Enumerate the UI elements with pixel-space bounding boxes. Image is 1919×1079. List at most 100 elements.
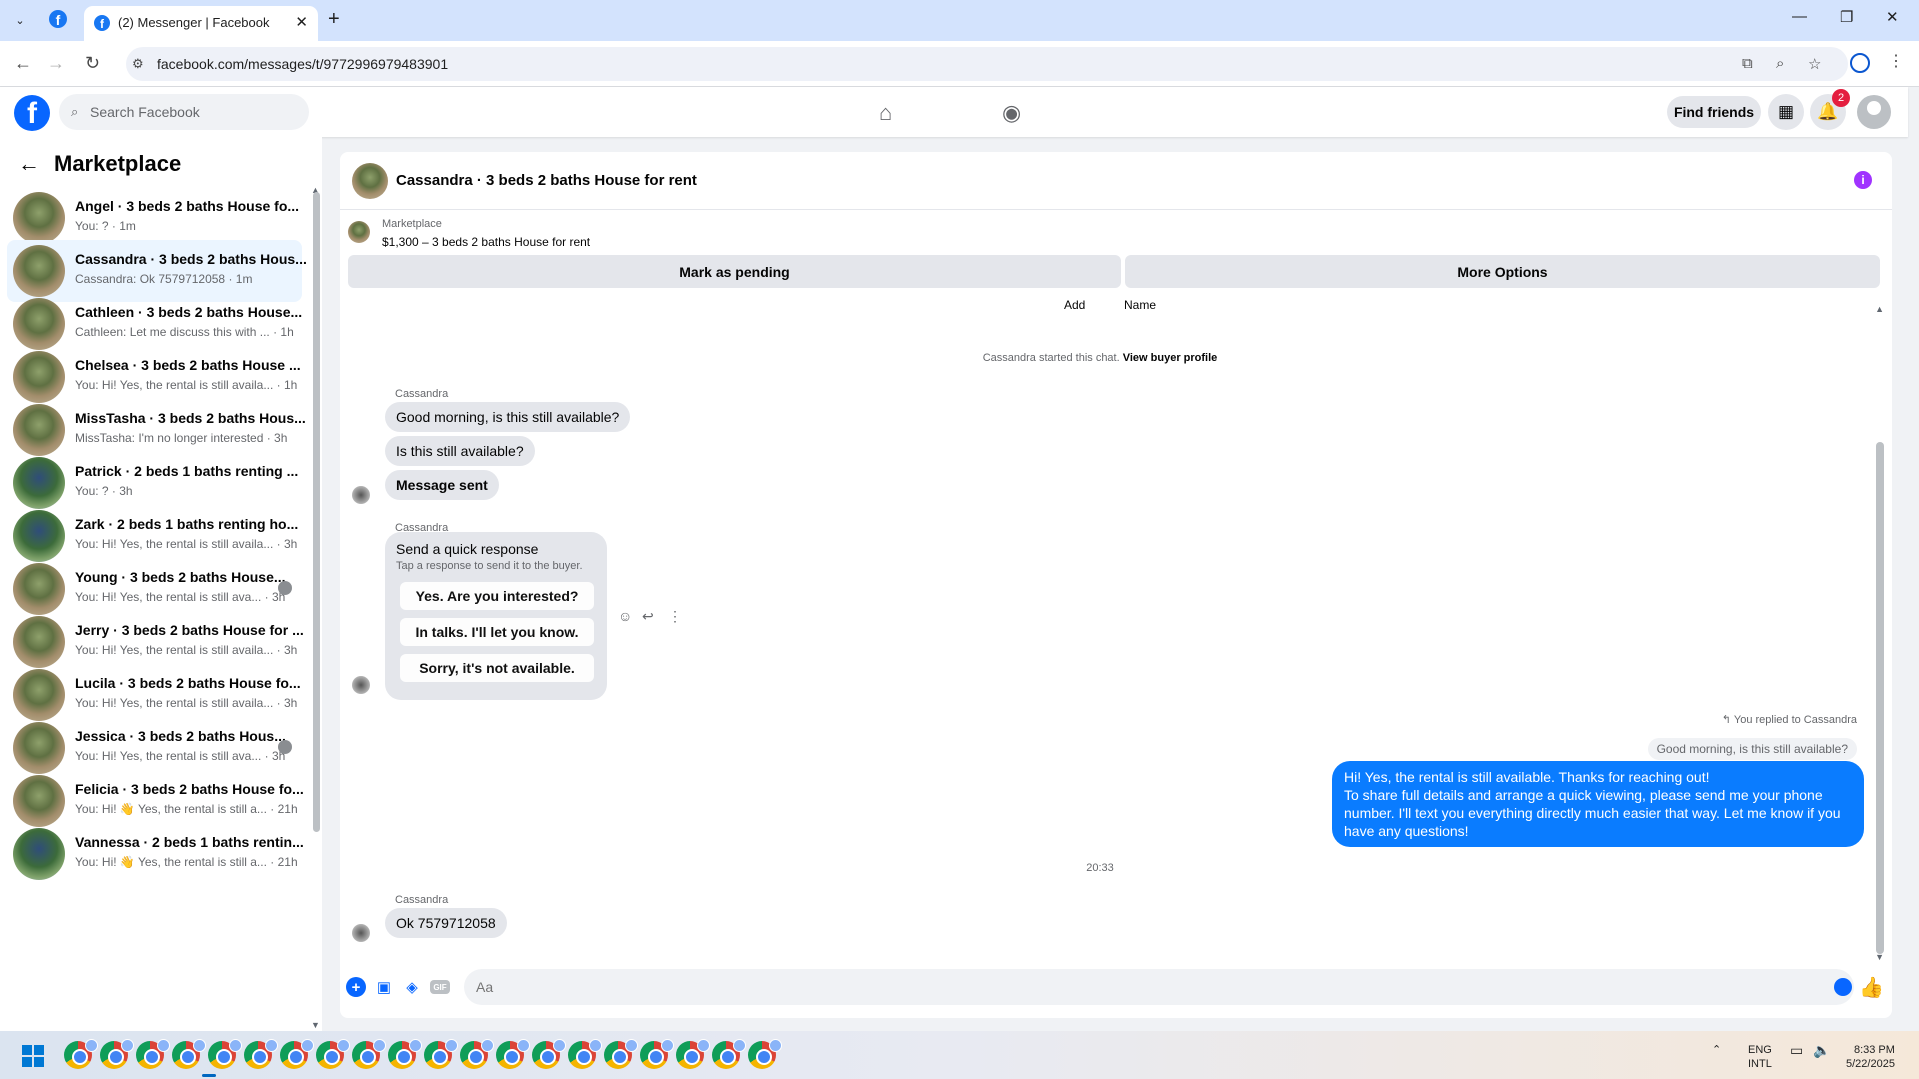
quick-response-option[interactable]: Sorry, it's not available.: [400, 654, 594, 682]
minimize-button[interactable]: —: [1792, 8, 1807, 25]
chat-scrollbar[interactable]: [1876, 442, 1884, 954]
chrome-taskbar-icon[interactable]: [172, 1039, 206, 1069]
home-icon[interactable]: ⌂: [879, 100, 892, 126]
zoom-icon[interactable]: ⌕: [1776, 55, 1784, 72]
chrome-taskbar-icon[interactable]: [424, 1039, 458, 1069]
chrome-taskbar-icon[interactable]: [532, 1039, 566, 1069]
search-box[interactable]: ⌕ Search Facebook: [59, 94, 309, 130]
incoming-message[interactable]: Ok 7579712058: [385, 908, 507, 938]
message-input[interactable]: [464, 969, 1854, 1005]
reply-icon[interactable]: ↩: [642, 608, 654, 625]
chrome-taskbar-icon[interactable]: [136, 1039, 170, 1069]
conversation-name: Angel · 3 beds 2 baths House fo...: [75, 198, 300, 214]
sender-avatar[interactable]: [352, 486, 370, 504]
back-arrow-icon[interactable]: ←: [18, 151, 40, 177]
profile-badge-icon: [337, 1039, 350, 1052]
more-options-button[interactable]: More Options: [1125, 255, 1880, 288]
view-buyer-profile-link[interactable]: View buyer profile: [1123, 352, 1218, 364]
chrome-taskbar-icon[interactable]: [676, 1039, 710, 1069]
plus-icon[interactable]: +: [346, 977, 366, 997]
windows-start-icon[interactable]: [22, 1045, 44, 1067]
close-window-button[interactable]: ✕: [1886, 8, 1899, 26]
search-input[interactable]: Search Facebook: [90, 104, 200, 120]
chrome-taskbar-icon[interactable]: [604, 1039, 638, 1069]
photo-icon[interactable]: ▣: [374, 977, 394, 997]
scroll-down-arrow-icon[interactable]: ▼: [1875, 952, 1884, 962]
chrome-taskbar-icon[interactable]: [496, 1039, 530, 1069]
quoted-message[interactable]: Good morning, is this still available?: [1647, 738, 1857, 760]
chat-title[interactable]: Cassandra · 3 beds 2 baths House for ren…: [396, 172, 697, 189]
conversation-row[interactable]: Vannessa · 2 beds 1 baths rentin... You: …: [7, 823, 304, 885]
profile-badge-icon: [589, 1039, 602, 1052]
scroll-down-arrow-icon[interactable]: ▼: [311, 1020, 320, 1030]
clock[interactable]: 8:33 PM 5/22/2025: [1846, 1043, 1895, 1071]
chrome-taskbar-icon[interactable]: [712, 1039, 746, 1069]
tab-search-chevron-icon[interactable]: ⌄: [8, 9, 32, 31]
reload-icon[interactable]: ↻: [85, 53, 100, 74]
forward-arrow-icon[interactable]: →: [47, 53, 65, 74]
gif-icon[interactable]: GIF: [430, 980, 450, 994]
mark-as-pending-button[interactable]: Mark as pending: [348, 255, 1121, 288]
react-emoji-icon[interactable]: ☺: [618, 608, 632, 624]
incoming-message[interactable]: Is this still available?: [385, 436, 535, 466]
facebook-logo-icon[interactable]: f: [14, 95, 50, 131]
seen-avatar: [278, 740, 292, 754]
conversation-preview: MissTasha: I'm no longer interested · 3h: [75, 431, 288, 445]
quick-response-option[interactable]: Yes. Are you interested?: [400, 582, 594, 610]
chrome-taskbar-icon[interactable]: [352, 1039, 386, 1069]
outgoing-message[interactable]: Hi! Yes, the rental is still available. …: [1332, 761, 1864, 847]
chrome-taskbar-icon[interactable]: [280, 1039, 314, 1069]
chrome-taskbar-icon[interactable]: [100, 1039, 134, 1069]
find-friends-button[interactable]: Find friends: [1667, 96, 1761, 128]
network-icon[interactable]: ▭: [1790, 1043, 1803, 1057]
conversation-avatar: [13, 351, 65, 403]
chrome-taskbar-icon[interactable]: [388, 1039, 422, 1069]
browser-profile-icon[interactable]: [1850, 53, 1870, 73]
info-icon[interactable]: i: [1854, 171, 1872, 189]
chrome-taskbar-icon[interactable]: [244, 1039, 278, 1069]
tray-overflow-chevron-icon[interactable]: ⌃: [1712, 1043, 1721, 1057]
pinned-facebook-tab-icon[interactable]: f: [49, 10, 67, 28]
scroll-up-arrow-icon[interactable]: ▲: [1875, 304, 1884, 314]
quick-response-option[interactable]: In talks. I'll let you know.: [400, 618, 594, 646]
chrome-taskbar-icon[interactable]: [748, 1039, 782, 1069]
volume-icon[interactable]: 🔈: [1813, 1043, 1830, 1057]
chrome-taskbar-icon[interactable]: [460, 1039, 494, 1069]
chrome-taskbar-icon[interactable]: [208, 1039, 242, 1069]
menu-grid-icon[interactable]: ▦: [1768, 94, 1804, 130]
restore-button[interactable]: ❐: [1840, 8, 1853, 26]
active-tab[interactable]: f (2) Messenger | Facebook ✕: [84, 6, 318, 41]
chrome-taskbar-icon[interactable]: [316, 1039, 350, 1069]
incoming-message[interactable]: Good morning, is this still available?: [385, 402, 631, 432]
close-tab-icon[interactable]: ✕: [295, 13, 308, 31]
profile-badge-icon: [625, 1039, 638, 1052]
language-indicator[interactable]: ENG INTL: [1748, 1043, 1772, 1071]
emoji-icon[interactable]: [1834, 978, 1852, 996]
account-avatar[interactable]: [1857, 95, 1891, 129]
url-text[interactable]: facebook.com/messages/t/9772996979483901: [157, 56, 448, 72]
install-app-icon[interactable]: ⧉: [1742, 55, 1753, 72]
back-arrow-icon[interactable]: ←: [14, 53, 32, 74]
conversation-name: Vannessa · 2 beds 1 baths rentin...: [75, 834, 304, 850]
sidebar-scrollbar[interactable]: [313, 192, 320, 832]
chrome-taskbar-icon[interactable]: [640, 1039, 674, 1069]
sticker-icon[interactable]: ◈: [402, 977, 422, 997]
more-actions-icon[interactable]: ⋮: [668, 608, 682, 625]
sender-avatar[interactable]: [352, 676, 370, 694]
conversation-avatar: [13, 669, 65, 721]
site-info-icon[interactable]: ⚙: [132, 56, 148, 72]
name-label[interactable]: Name: [1124, 298, 1156, 312]
sender-avatar[interactable]: [352, 924, 370, 942]
like-thumbs-up-icon[interactable]: 👍: [1859, 975, 1884, 1000]
conversation-preview: Cathleen: Let me discuss this with ... ·…: [75, 325, 294, 339]
address-bar[interactable]: ⚙ facebook.com/messages/t/97729969794839…: [126, 47, 1848, 81]
add-label[interactable]: Add: [1064, 298, 1085, 312]
bookmark-star-icon[interactable]: ☆: [1808, 55, 1821, 73]
incoming-message[interactable]: Message sent: [385, 470, 499, 500]
groups-icon[interactable]: ◉: [1002, 100, 1021, 126]
browser-menu-icon[interactable]: ⋮: [1888, 51, 1904, 71]
new-tab-button[interactable]: +: [328, 8, 340, 31]
chrome-taskbar-icon[interactable]: [568, 1039, 602, 1069]
listing-avatar[interactable]: [352, 163, 388, 199]
chrome-taskbar-icon[interactable]: [64, 1039, 98, 1069]
